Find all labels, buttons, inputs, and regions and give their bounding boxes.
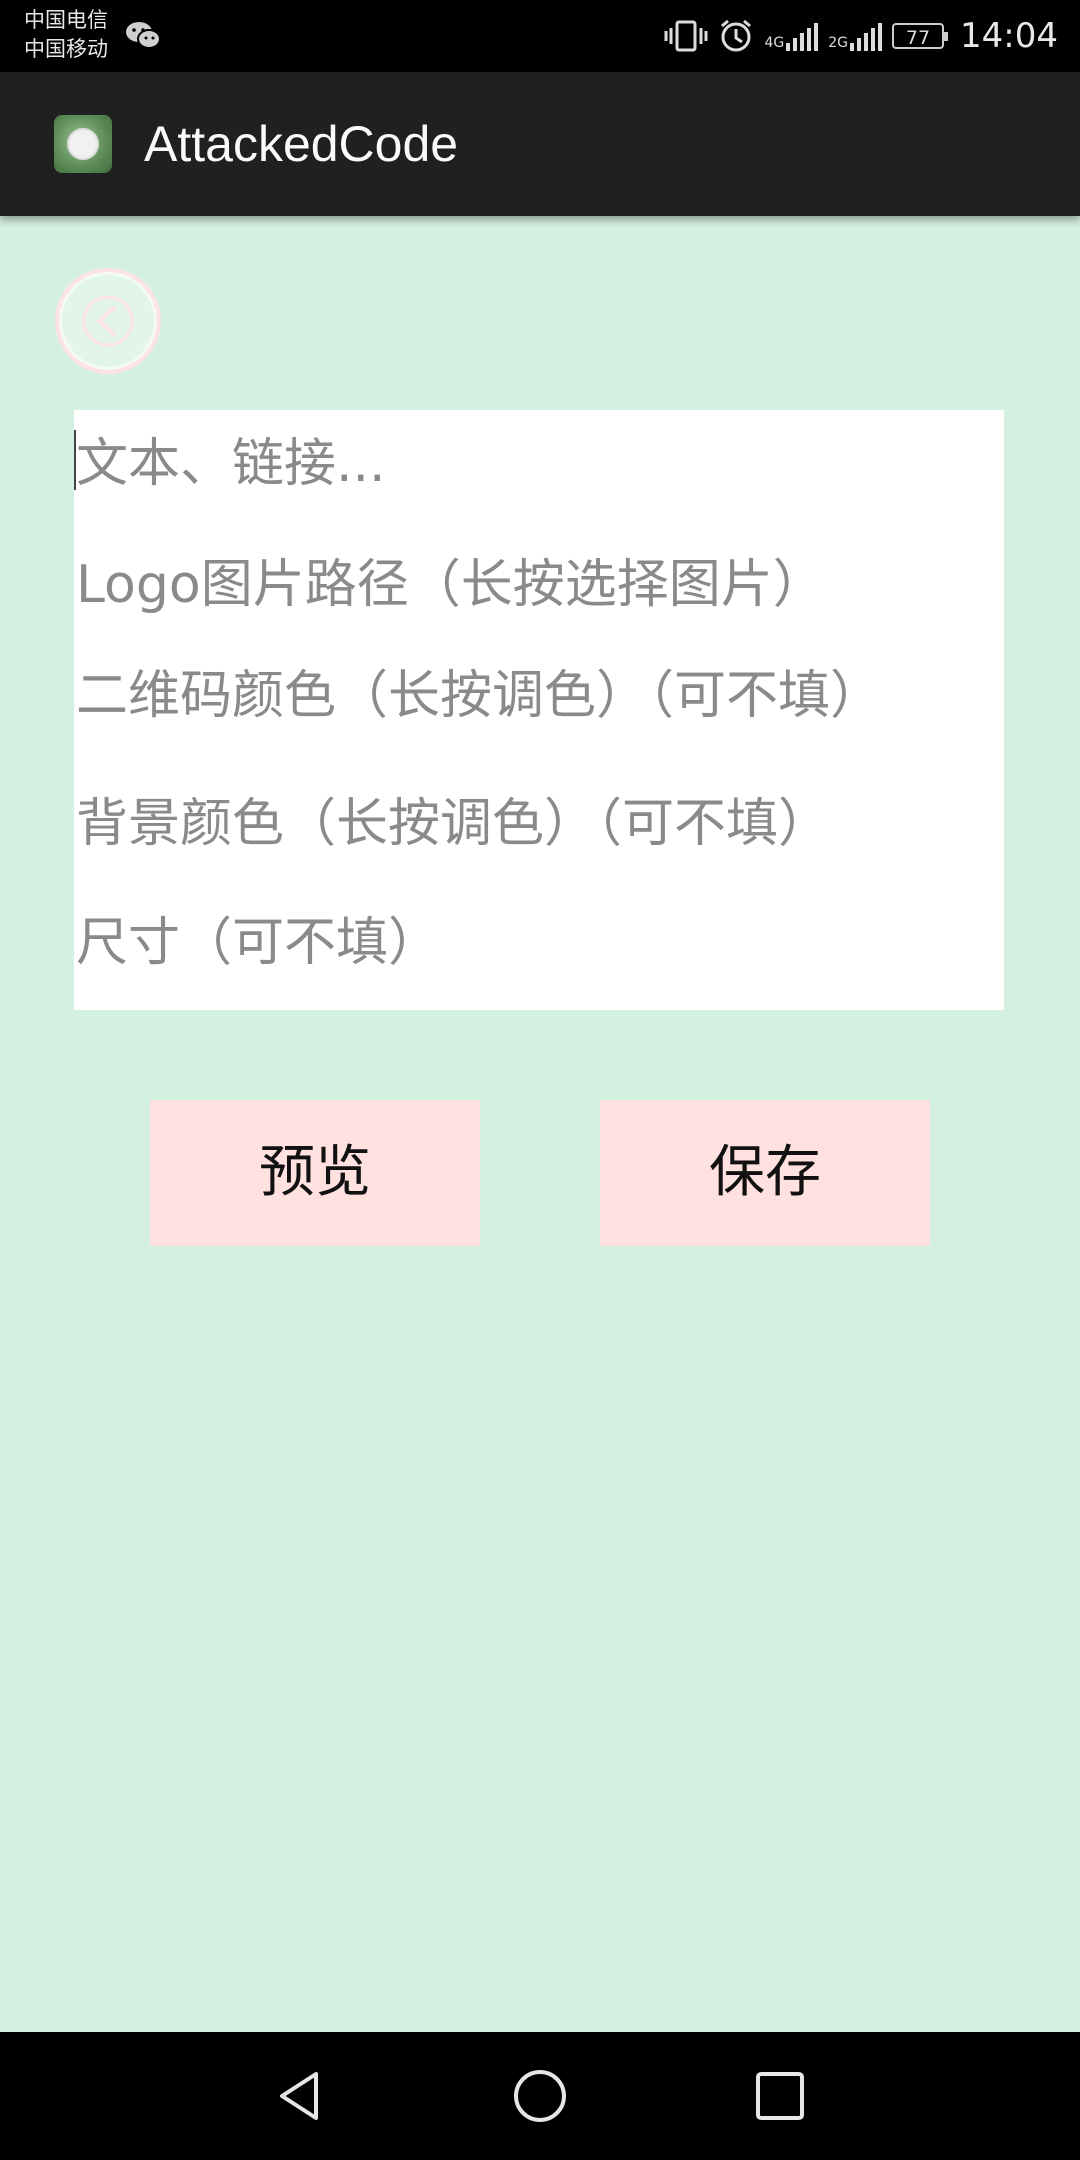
alarm-icon: [721, 19, 752, 52]
qr-color-input[interactable]: 二维码颜色（长按调色）（可不填）: [76, 650, 976, 754]
save-button[interactable]: 保存: [600, 1100, 930, 1246]
chevron-left-icon: [82, 295, 134, 347]
carrier-1: 中国电信: [24, 8, 108, 32]
app-logo-icon: [54, 115, 112, 173]
logo-path-input[interactable]: Logo图片路径（长按选择图片）: [76, 555, 825, 615]
wechat-icon: [126, 22, 161, 49]
preview-button[interactable]: 预览: [150, 1100, 480, 1246]
network-type-2: 2G: [828, 35, 849, 51]
battery-icon: 77: [892, 23, 949, 49]
home-circle-icon[interactable]: [510, 2066, 570, 2126]
size-input[interactable]: 尺寸（可不填）: [76, 913, 440, 973]
signal-1: 4G: [764, 21, 819, 51]
navigation-bar: [0, 2032, 1080, 2160]
network-type-1: 4G: [764, 35, 785, 51]
signal-2: 2G: [828, 21, 883, 51]
text-link-input[interactable]: 文本、链接...: [76, 434, 386, 494]
clock: 14:04: [960, 16, 1058, 56]
signal-icon: [850, 23, 883, 51]
carrier-labels: 中国电信 中国移动: [24, 6, 108, 64]
recents-square-icon[interactable]: [750, 2066, 810, 2126]
app-title: AttackedCode: [144, 116, 459, 172]
back-button[interactable]: [55, 268, 161, 374]
carrier-2: 中国移动: [24, 37, 108, 61]
app-bar: AttackedCode: [0, 72, 1080, 216]
back-triangle-icon[interactable]: [270, 2066, 330, 2126]
status-bar: 中国电信 中国移动 4G 2G 77 14:04: [0, 0, 1080, 72]
qr-input-form: 文本、链接... Logo图片路径（长按选择图片） 二维码颜色（长按调色）（可不…: [74, 410, 1004, 1010]
background-color-input[interactable]: 背景颜色（长按调色）（可不填）: [76, 794, 830, 854]
status-icons: 4G 2G 77 14:04: [664, 0, 1058, 72]
vibrate-icon: [664, 20, 708, 52]
signal-icon: [786, 23, 819, 51]
